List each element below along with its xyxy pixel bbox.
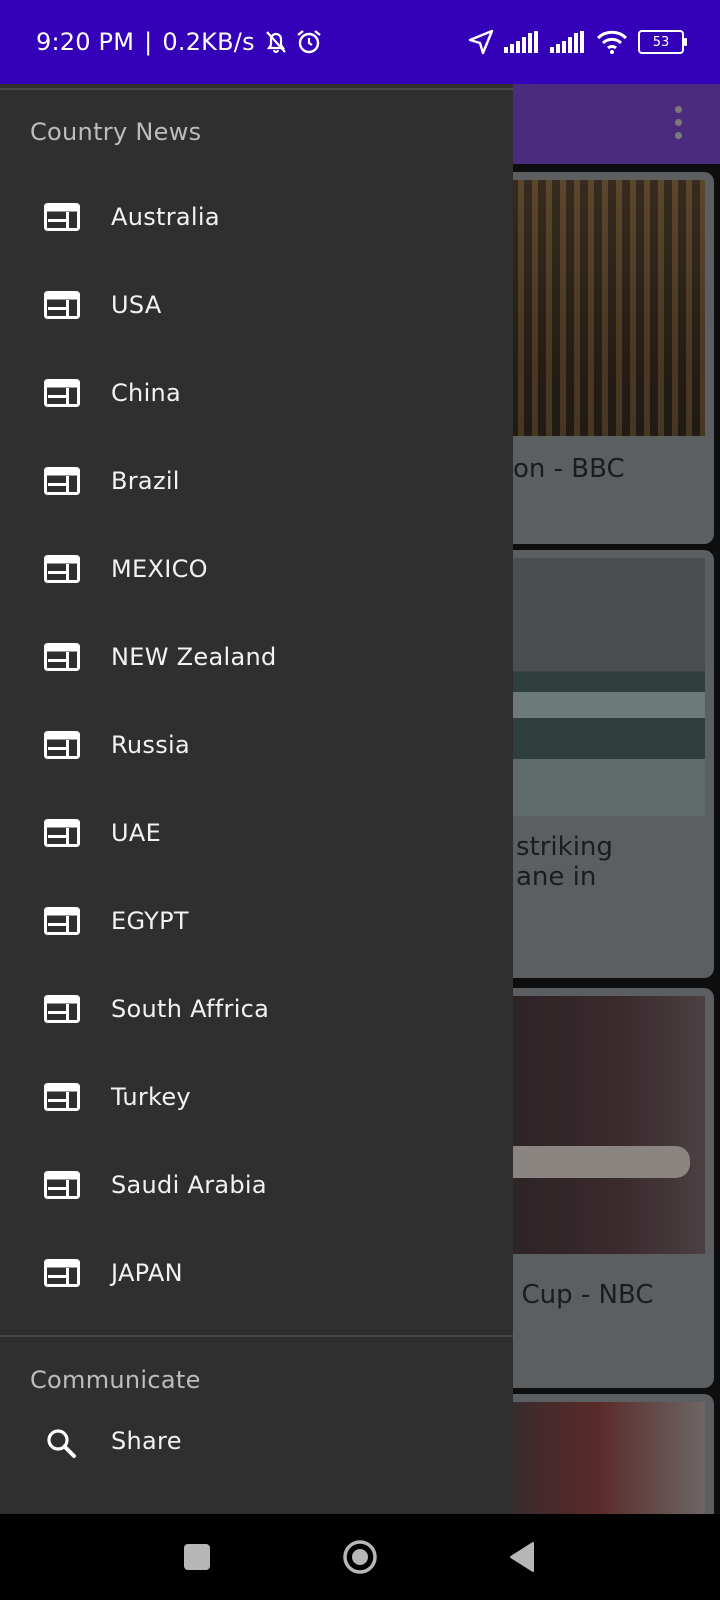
news-image [490, 558, 705, 816]
menu-item-label: Saudi Arabia [111, 1171, 267, 1199]
divider [0, 1335, 513, 1337]
signal-icon [550, 31, 586, 53]
newspaper-icon [44, 291, 80, 319]
back-button[interactable] [482, 1514, 562, 1600]
newspaper-icon [44, 1171, 80, 1199]
menu-item-label: South Affrica [111, 995, 270, 1023]
newspaper-icon [44, 1259, 80, 1287]
newspaper-icon [44, 1083, 80, 1111]
square-icon [184, 1544, 210, 1570]
section-title-communicate: Communicate [30, 1366, 201, 1394]
battery-icon: 53 [638, 30, 687, 54]
menu-item-share[interactable]: Share [0, 1397, 513, 1485]
menu-item-label: NEW Zealand [111, 643, 277, 671]
newspaper-icon [44, 907, 80, 935]
news-card[interactable] [490, 172, 714, 544]
menu-item-country[interactable]: Saudi Arabia [0, 1141, 513, 1229]
status-bar: 9:20 PM | 0.2KB/s 53 [0, 0, 720, 84]
status-time: 9:20 PM [36, 28, 135, 56]
overflow-menu-icon[interactable] [672, 106, 684, 146]
newspaper-icon [44, 643, 80, 671]
news-image [490, 996, 705, 1254]
menu-item-label: Russia [111, 731, 190, 759]
newspaper-icon [44, 819, 80, 847]
menu-item-country[interactable]: MEXICO [0, 525, 513, 613]
menu-item-country[interactable]: JAPAN [0, 1229, 513, 1317]
menu-item-label: Australia [111, 203, 220, 231]
newspaper-icon [44, 995, 80, 1023]
menu-item-country[interactable]: China [0, 349, 513, 437]
location-arrow-icon [468, 29, 494, 55]
menu-item-label: MEXICO [111, 555, 208, 583]
news-card[interactable] [490, 1394, 714, 1534]
menu-item-country[interactable]: South Affrica [0, 965, 513, 1053]
system-nav-bar [0, 1514, 720, 1600]
menu-item-country[interactable]: Brazil [0, 437, 513, 525]
newspaper-icon [44, 203, 80, 231]
menu-item-label: USA [111, 291, 162, 319]
news-card-title: on - BBC [513, 454, 625, 484]
navigation-drawer: Country News Australia USA China Brazil MEXI… [0, 84, 513, 1514]
alarm-icon [295, 28, 323, 56]
menu-item-label: UAE [111, 819, 162, 847]
wifi-icon [596, 30, 628, 54]
menu-item-country[interactable]: USA [0, 261, 513, 349]
status-right: 53 [468, 29, 687, 55]
newspaper-icon [44, 555, 80, 583]
menu-item-label: JAPAN [111, 1259, 183, 1287]
divider [0, 88, 513, 90]
menu-item-country[interactable]: Australia [0, 173, 513, 261]
news-card[interactable] [490, 550, 714, 978]
search-icon [44, 1427, 80, 1458]
battery-level: 53 [652, 34, 670, 50]
newspaper-icon [44, 379, 80, 407]
menu-item-label: China [111, 379, 182, 407]
news-image [490, 180, 705, 436]
news-card-title: l Cup - NBC [506, 1280, 654, 1310]
newspaper-icon [44, 731, 80, 759]
recent-apps-button[interactable] [157, 1514, 237, 1600]
status-network-speed: 0.2KB/s [162, 28, 255, 56]
menu-item-label: Share [111, 1427, 182, 1455]
newspaper-icon [44, 467, 80, 495]
menu-item-label: Brazil [111, 467, 180, 495]
home-button[interactable] [320, 1514, 400, 1600]
mute-bell-icon [261, 28, 291, 56]
news-card-title: striking ane in [516, 832, 613, 892]
back-triangle-icon [510, 1542, 534, 1572]
menu-item-country[interactable]: NEW Zealand [0, 613, 513, 701]
news-card[interactable] [490, 988, 714, 1388]
menu-item-label: EGYPT [111, 907, 189, 935]
status-left: 9:20 PM | 0.2KB/s [36, 28, 323, 56]
menu-item-country[interactable]: Turkey [0, 1053, 513, 1141]
status-separator: | [144, 28, 153, 56]
menu-item-label: Turkey [111, 1083, 191, 1111]
menu-item-country[interactable]: UAE [0, 789, 513, 877]
menu-item-country[interactable]: Russia [0, 701, 513, 789]
home-circle-icon [343, 1540, 377, 1574]
section-title-country-news: Country News [30, 118, 202, 146]
signal-icon [504, 31, 540, 53]
menu-item-country[interactable]: EGYPT [0, 877, 513, 965]
